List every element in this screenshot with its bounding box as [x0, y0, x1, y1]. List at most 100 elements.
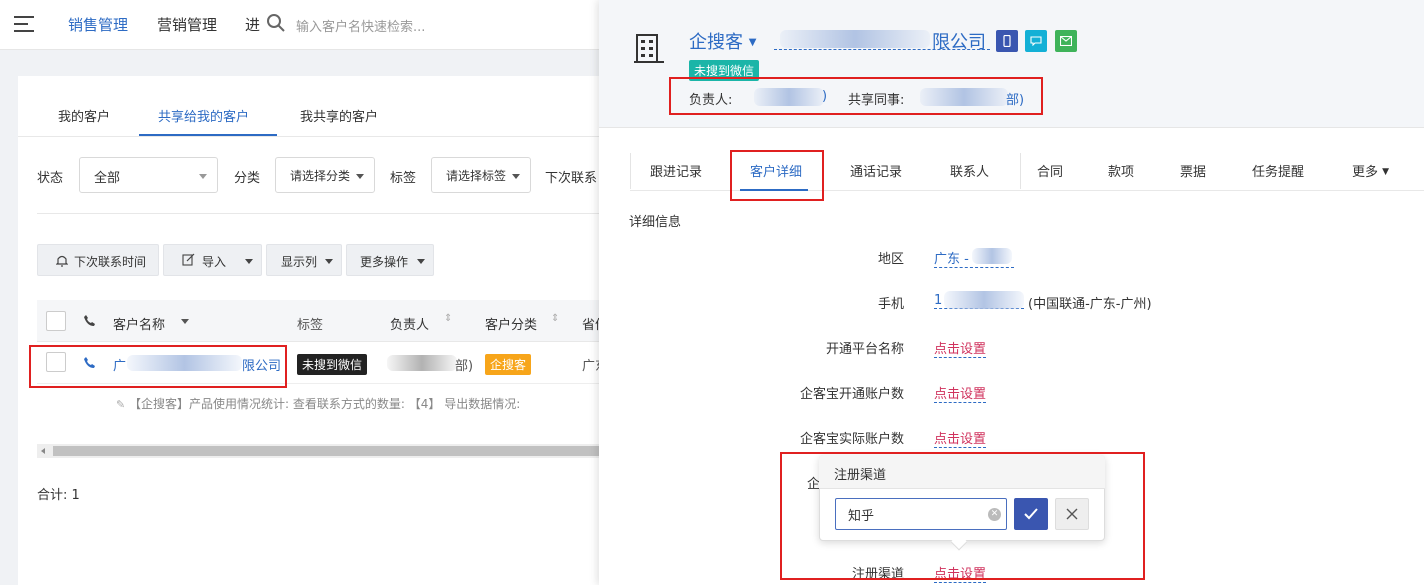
table-header: 客户名称 标签 负责人 ⇕ 客户分类 ⇕ 省份 [37, 300, 600, 342]
tab-more-label: 更多 [1352, 165, 1379, 180]
customer-tabs: 我的客户 共享给我的客户 我共享的客户 [18, 94, 598, 138]
edit-icon: ✎ [116, 398, 126, 411]
province-cell: 广东 [582, 359, 600, 374]
scrollbar-thumb[interactable] [53, 446, 600, 456]
column-header-tag: 标签 [297, 318, 324, 333]
tab-separator [630, 153, 631, 189]
phone-label: 手机 [877, 297, 904, 312]
tab-more[interactable]: 更多 ▼ [1352, 161, 1389, 180]
redacted-owner [387, 355, 457, 371]
sort-toggle-icon[interactable]: ⇕ [444, 313, 452, 324]
menu-toggle-icon[interactable] [14, 14, 36, 34]
search-icon [267, 14, 285, 32]
divider [37, 213, 600, 214]
caret-down-icon: ▼ [1382, 167, 1390, 177]
nav-marketing[interactable]: 营销管理 [157, 14, 217, 35]
chevron-down-icon [199, 174, 207, 179]
usage-stats-text: 【企搜客】产品使用情况统计: 查看联系方式的数量: 【4】 导出数据情况: [129, 397, 521, 411]
section-title: 详细信息 [629, 215, 682, 230]
tab-task-reminders[interactable]: 任务提醒 [1252, 161, 1304, 180]
mobile-icon [1003, 35, 1011, 47]
edit-icon [182, 253, 195, 266]
tab-my-customers[interactable]: 我的客户 [58, 106, 110, 125]
mobile-button[interactable] [996, 30, 1018, 52]
bell-icon [56, 255, 68, 267]
platform-name-value[interactable]: 点击设置 [934, 338, 987, 358]
chat-icon [1030, 36, 1042, 46]
status-select[interactable]: 全部 [79, 157, 218, 193]
search-input[interactable]: 输入客户名快速检索... [296, 16, 425, 35]
column-header-name[interactable]: 客户名称 [113, 314, 165, 333]
mail-icon [1060, 36, 1072, 46]
phone-carrier: (中国联通-广东-广州) [1028, 297, 1152, 312]
horizontal-scrollbar[interactable] [37, 444, 600, 458]
source-dropdown[interactable]: 企搜客 ▼ [689, 28, 756, 54]
chevron-down-icon [417, 259, 425, 264]
tab-payments[interactable]: 款项 [1108, 161, 1134, 180]
column-header-province[interactable]: 省份 [582, 314, 600, 333]
actual-accounts-label: 企客宝实际账户数 [799, 432, 904, 447]
total-count: 合计: 1 [37, 488, 80, 503]
scroll-left-icon[interactable] [41, 448, 45, 454]
highlight-box [730, 150, 824, 201]
redacted-city [972, 248, 1012, 264]
tag-filter-label: 标签 [390, 171, 417, 186]
import-label: 导入 [202, 255, 227, 269]
divider [18, 136, 600, 137]
next-contact-time-button[interactable]: 下次联系时间 [37, 244, 159, 276]
column-header-owner[interactable]: 负责人 [390, 314, 429, 333]
wechat-status-badge: 未搜到微信 [297, 354, 368, 375]
top-bar: 销售管理 营销管理 进 输入客户名快速检索... [0, 0, 600, 50]
display-columns-button[interactable]: 显示列 [266, 244, 342, 276]
tab-call-records[interactable]: 通话记录 [850, 161, 902, 180]
redacted-company-name [780, 30, 930, 48]
status-filter-label: 状态 [37, 171, 64, 186]
next-contact-filter-label: 下次联系 [545, 171, 598, 186]
tab-i-shared[interactable]: 我共享的客户 [300, 106, 378, 125]
tag-select-value: 请选择标签 [446, 169, 507, 183]
more-actions-label: 更多操作 [360, 255, 409, 269]
column-header-category[interactable]: 客户分类 [485, 314, 537, 333]
chevron-down-icon [356, 174, 364, 179]
open-accounts-label: 企客宝开通账户数 [799, 387, 904, 402]
sort-icon[interactable] [181, 319, 189, 324]
owner-suffix: 部) [455, 359, 474, 374]
tab-separator [1020, 153, 1021, 189]
highlight-box [669, 77, 1043, 115]
chevron-down-icon [325, 259, 333, 264]
nav-sales[interactable]: 销售管理 [68, 14, 128, 35]
tab-contacts[interactable]: 联系人 [950, 161, 989, 180]
sort-toggle-icon[interactable]: ⇕ [551, 313, 559, 324]
next-contact-time-label: 下次联系时间 [74, 255, 147, 269]
source-label: 企搜客 [689, 32, 743, 53]
tab-follow-up[interactable]: 跟进记录 [650, 161, 702, 180]
caret-down-icon: ▼ [748, 37, 757, 48]
company-name-suffix[interactable]: 限公司 [932, 28, 986, 54]
chevron-down-icon [245, 259, 253, 264]
message-button[interactable] [1025, 30, 1047, 52]
display-columns-label: 显示列 [281, 255, 318, 269]
platform-name-label: 开通平台名称 [825, 342, 904, 357]
category-badge: 企搜客 [485, 354, 532, 375]
phone-icon [84, 315, 95, 326]
email-button[interactable] [1055, 30, 1077, 52]
chevron-down-icon [512, 174, 520, 179]
actual-accounts-value[interactable]: 点击设置 [934, 428, 987, 448]
category-select-value: 请选择分类 [290, 169, 351, 183]
open-accounts-value[interactable]: 点击设置 [934, 383, 987, 403]
category-select[interactable]: 请选择分类 [275, 157, 375, 193]
nav-more[interactable]: 进 [245, 14, 260, 35]
tab-shared-to-me[interactable]: 共享给我的客户 [158, 106, 249, 125]
tab-invoices[interactable]: 票据 [1180, 161, 1206, 180]
building-icon [634, 34, 664, 63]
highlight-box [29, 345, 287, 388]
redacted-phone [944, 291, 1024, 309]
more-actions-button[interactable]: 更多操作 [346, 244, 434, 276]
tag-select[interactable]: 请选择标签 [431, 157, 531, 193]
select-all-checkbox[interactable] [46, 311, 66, 331]
usage-stats: ✎ 【企搜客】产品使用情况统计: 查看联系方式的数量: 【4】 导出数据情况: [116, 395, 520, 412]
status-select-value: 全部 [94, 171, 121, 186]
import-button[interactable]: 导入 [163, 244, 262, 276]
tab-contracts[interactable]: 合同 [1037, 161, 1063, 180]
region-label: 地区 [877, 252, 904, 267]
